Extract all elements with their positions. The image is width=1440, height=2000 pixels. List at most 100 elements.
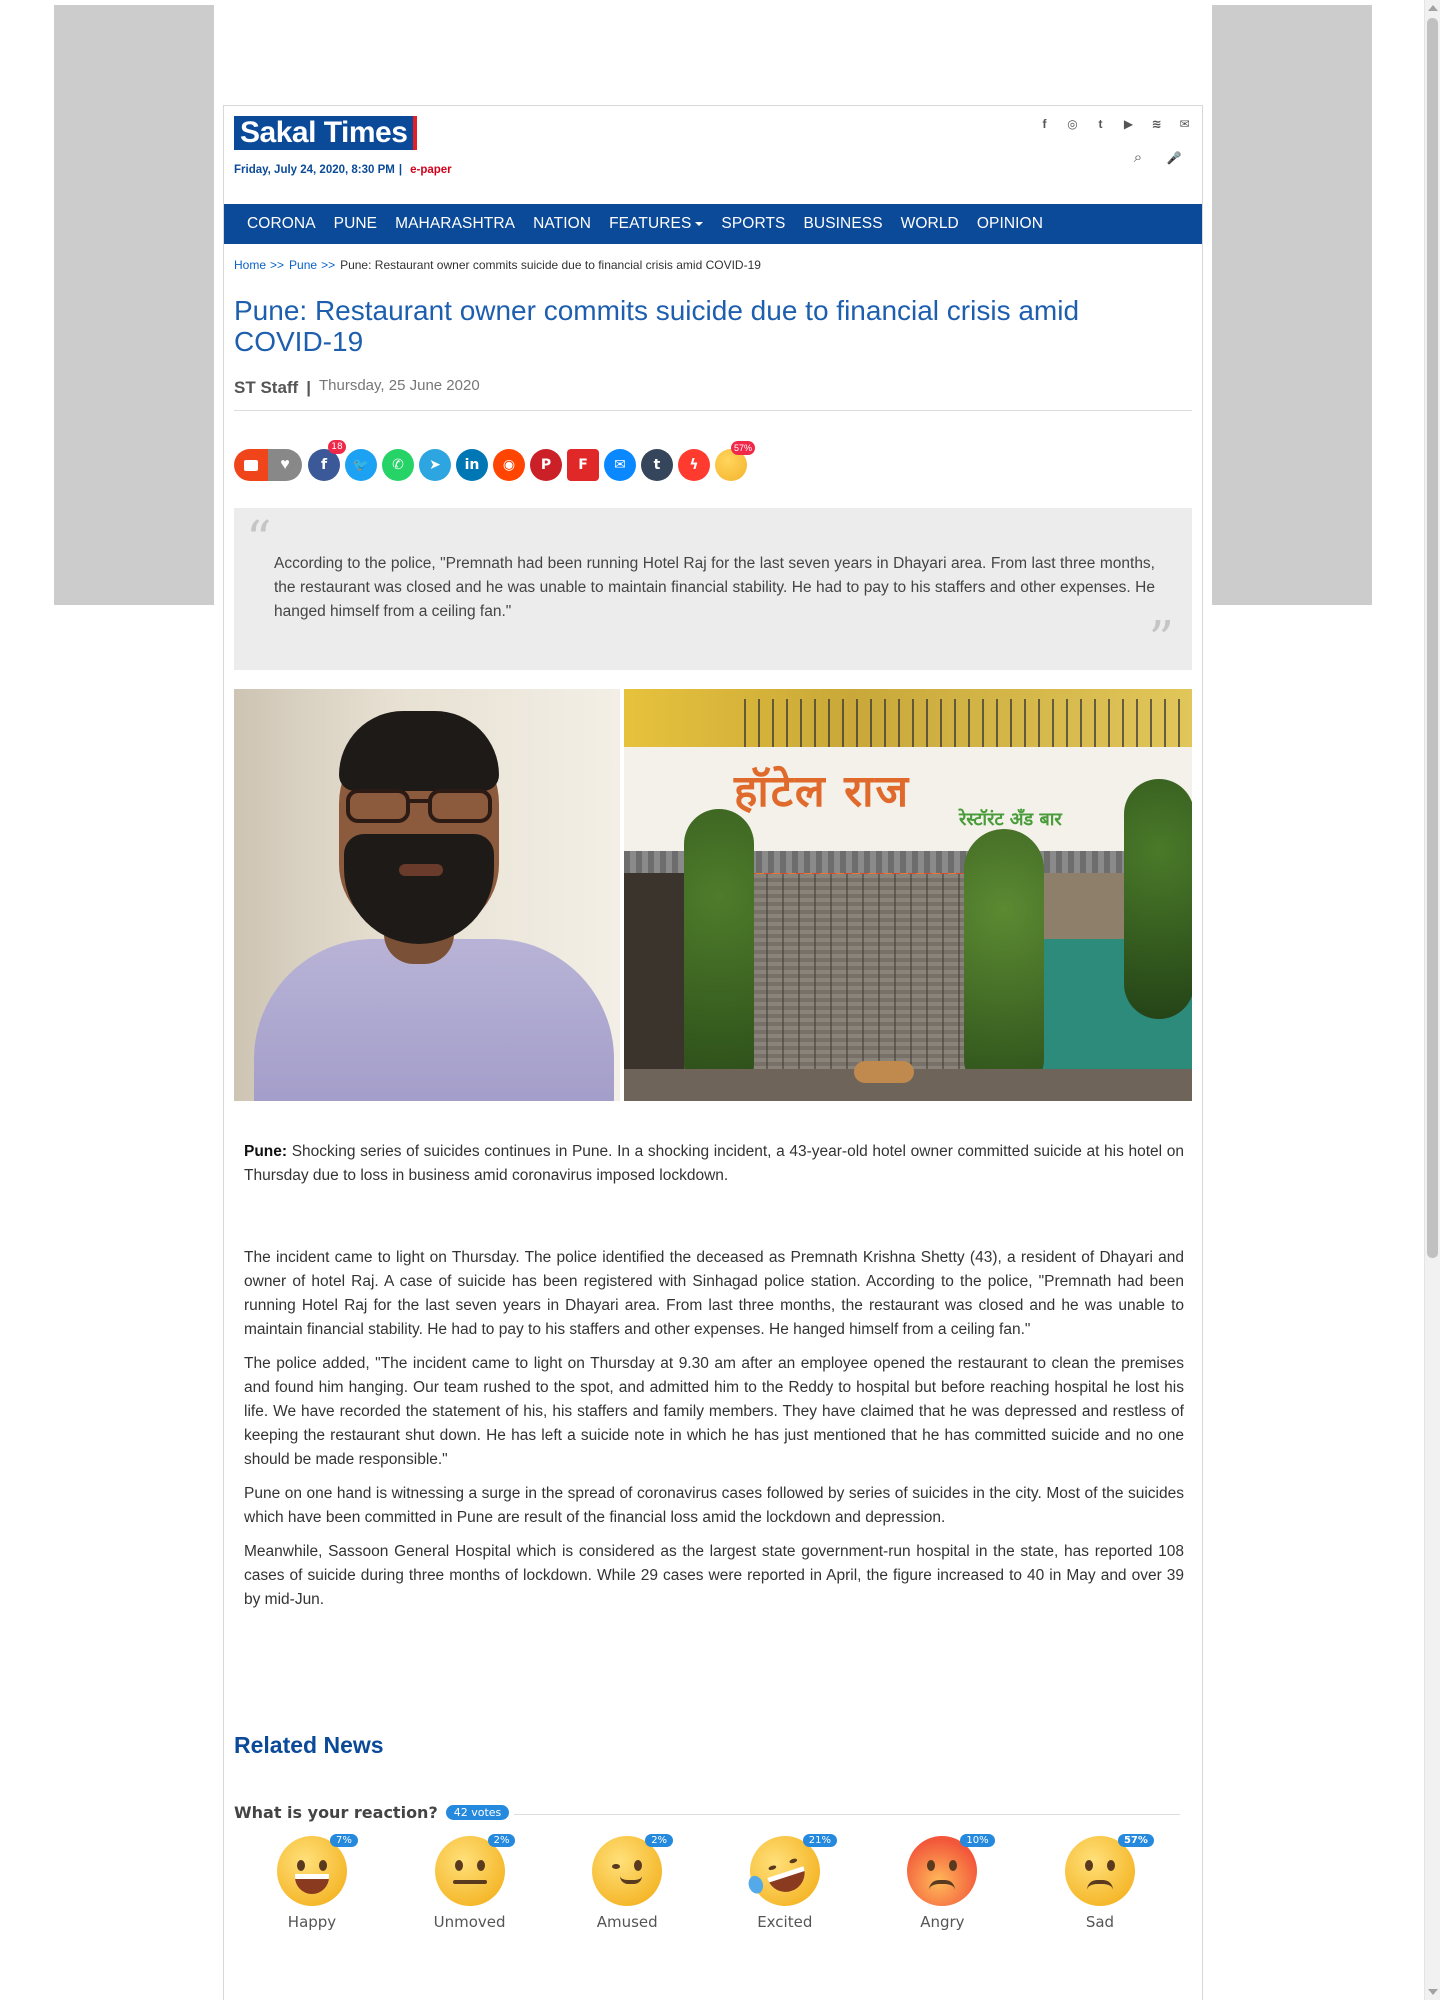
portrait-shirt (254, 939, 614, 1101)
whatsapp-share-icon[interactable]: ✆ (382, 449, 414, 481)
facebook-share-count: 18 (328, 440, 346, 454)
telegram-share-icon[interactable]: ➤ (419, 449, 451, 481)
nav-item-maharashtra[interactable]: MAHARASHTRA (386, 204, 524, 244)
breadcrumb-home[interactable]: Home (234, 258, 266, 272)
microphone-icon[interactable]: 🎤 (1166, 150, 1182, 166)
reaction-sad[interactable]: 57% Sad (1022, 1834, 1180, 1936)
facebook-share-glyph: f (320, 457, 328, 473)
nav-item-world[interactable]: WORLD (892, 204, 968, 244)
article-title: Pune: Restaurant owner commits suicide d… (234, 295, 1080, 357)
comment-button[interactable] (234, 449, 268, 481)
tumblr-share-icon[interactable]: t (641, 449, 673, 481)
tumblr-icon[interactable]: t (1093, 116, 1108, 132)
like-button[interactable]: ♥ (268, 449, 302, 481)
body-paragraph: Pune on one hand is witnessing a surge i… (244, 1485, 1184, 1526)
body-paragraph: The incident came to light on Thursday. … (244, 1249, 1184, 1338)
search-icon[interactable]: ⌕ (1130, 150, 1146, 166)
linkedin-share-icon[interactable]: in (456, 449, 488, 481)
nav-item-business[interactable]: BUSINESS (794, 204, 891, 244)
flipboard-share-icon[interactable]: F (567, 449, 599, 481)
reaction-percent: 57% (1117, 1834, 1154, 1847)
breadcrumb-current: Pune: Restaurant owner commits suicide d… (340, 258, 761, 272)
youtube-icon[interactable]: ▶ (1121, 116, 1136, 132)
author-name[interactable]: ST Staff (234, 378, 298, 397)
sad-reaction-icon[interactable]: 57% (715, 441, 755, 481)
portrait-beard (344, 834, 494, 944)
quote-close-icon: ” (1148, 610, 1174, 668)
reaction-header: What is your reaction? 42 votes (234, 1803, 510, 1822)
hotel-photo: हॉटेल राज रेस्टॉरंट अँड बार (624, 689, 1192, 1101)
pull-quote-text: According to the police, "Premnath had b… (274, 555, 1155, 620)
byline-divider (234, 410, 1192, 411)
whatsapp-share-glyph: ✆ (392, 457, 404, 473)
reaction-angry[interactable]: 10% Angry (864, 1834, 1022, 1936)
reddit-share-icon[interactable]: ◉ (493, 449, 525, 481)
social-links: f ◎ t ▶ ≋ ✉ (1037, 116, 1192, 132)
reaction-excited[interactable]: 21% Excited (707, 1826, 865, 1936)
top-reaction-percent: 57% (730, 441, 755, 455)
hotel-sign-subtext: रेस्टॉरंट अँड बार (959, 809, 1062, 830)
dateline: Friday, July 24, 2020, 8:30 PM | e-paper (234, 164, 452, 176)
hotel-left-shadow (624, 873, 684, 1069)
reaction-amused[interactable]: 2% Amused (549, 1834, 707, 1936)
left-ad-banner[interactable] (54, 5, 214, 605)
nav-item-pune[interactable]: PUNE (325, 204, 386, 244)
lead-text: Shocking series of suicides continues in… (244, 1143, 1184, 1184)
hotel-railing (744, 699, 1184, 749)
email-share-icon[interactable]: ✉ (604, 449, 636, 481)
vertical-scrollbar[interactable] (1424, 0, 1440, 2000)
publish-date: Thursday, 25 June 2020 (319, 377, 480, 394)
reaction-percent: 10% (960, 1834, 995, 1847)
quote-open-icon: “ (246, 510, 272, 568)
current-date: Friday, July 24, 2020, 8:30 PM (234, 164, 395, 176)
breadcrumb-section[interactable]: Pune (289, 258, 317, 272)
lead-paragraph: Pune: Shocking series of suicides contin… (244, 1140, 1184, 1188)
nav-item-nation[interactable]: NATION (524, 204, 600, 244)
nav-item-sports[interactable]: SPORTS (712, 204, 794, 244)
twitter-share-icon[interactable]: 🐦 (345, 449, 377, 481)
portrait-glasses (346, 789, 496, 825)
twitter-share-glyph: 🐦 (352, 457, 370, 473)
email-share-glyph: ✉ (614, 457, 626, 473)
scroll-up-arrow-icon[interactable] (1428, 5, 1438, 11)
mail-icon[interactable]: ✉ (1177, 116, 1192, 132)
page-container: Sakal Times Friday, July 24, 2020, 8:30 … (223, 105, 1203, 2000)
pinterest-share-glyph: P (540, 457, 552, 473)
site-logo[interactable]: Sakal Times (234, 116, 418, 150)
nav-item-corona[interactable]: CORONA (238, 204, 325, 244)
flipboard-share-glyph: F (578, 457, 588, 473)
article-body: Pune: Shocking series of suicides contin… (244, 1140, 1184, 1622)
reaction-percent: 21% (802, 1834, 838, 1847)
breadcrumb-separator: >> (270, 258, 285, 272)
nav-item-opinion[interactable]: OPINION (968, 204, 1052, 244)
nav-item-features[interactable]: FEATURES (600, 204, 712, 244)
reaction-question: What is your reaction? (234, 1803, 438, 1822)
chevron-down-icon (695, 221, 704, 226)
facebook-share-icon[interactable]: f 18 (308, 440, 346, 481)
epaper-link[interactable]: e-paper (410, 164, 452, 176)
instagram-icon[interactable]: ◎ (1065, 116, 1080, 132)
right-ad-banner[interactable] (1212, 5, 1372, 605)
portrait-hair (339, 711, 499, 791)
messenger-share-icon[interactable]: ϟ (678, 449, 710, 481)
reaction-unmoved[interactable]: 2% Unmoved (392, 1834, 550, 1936)
body-paragraph: The police added, "The incident came to … (244, 1355, 1184, 1468)
share-bar: ♥ f 18 🐦 ✆ ➤ in ◉ P F ✉ t ϟ 57% (234, 440, 755, 482)
rss-icon[interactable]: ≋ (1149, 116, 1164, 132)
scrollbar-thumb[interactable] (1427, 18, 1438, 1258)
reaction-label: Sad (1085, 1913, 1115, 1931)
reddit-share-glyph: ◉ (502, 457, 516, 473)
tumblr-share-glyph: t (653, 457, 661, 473)
comment-icon (244, 459, 258, 471)
reaction-happy[interactable]: 7% Happy (234, 1834, 392, 1936)
facebook-icon[interactable]: f (1037, 116, 1052, 132)
breadcrumb-separator: >> (321, 258, 336, 272)
scroll-down-arrow-icon[interactable] (1428, 1989, 1438, 1995)
messenger-share-glyph: ϟ (689, 457, 699, 473)
pinterest-share-icon[interactable]: P (530, 449, 562, 481)
reaction-percent: 2% (487, 1834, 516, 1847)
hotel-plant (964, 829, 1044, 1099)
hotel-plant (1124, 779, 1192, 1019)
reaction-percent: 7% (330, 1834, 358, 1847)
heart-icon: ♥ (280, 456, 290, 473)
